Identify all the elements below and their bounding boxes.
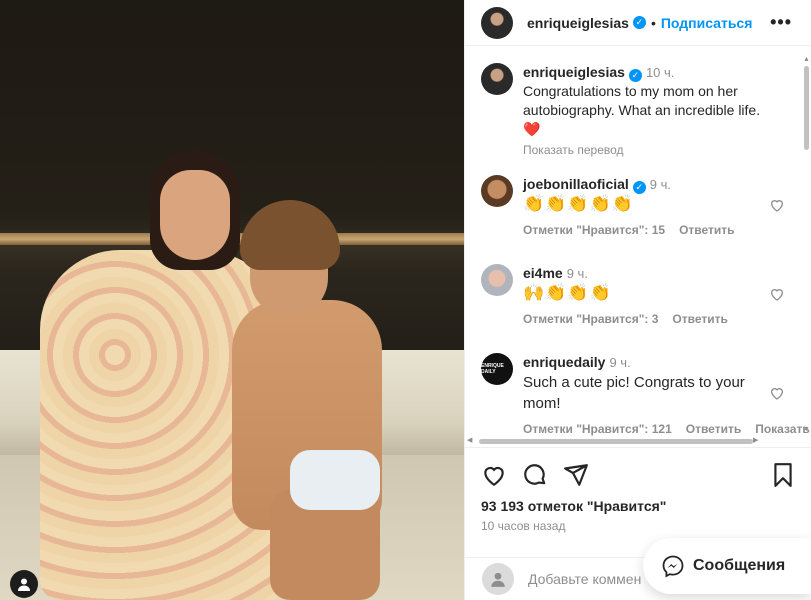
messenger-icon [662, 555, 684, 578]
reply-button[interactable]: Ответить [686, 422, 741, 436]
bookmark-icon[interactable] [770, 462, 796, 488]
caption-username[interactable]: enriqueiglesias [523, 64, 625, 80]
comment-likes[interactable]: Отметки "Нравится": 3 [523, 312, 658, 326]
post-view: enriqueiglesias ✓ • Подписаться ••• enri… [0, 0, 811, 600]
messages-label: Сообщения [693, 557, 786, 574]
follow-button[interactable]: Подписаться [661, 15, 753, 31]
header-separator: • [650, 14, 656, 31]
add-comment-input[interactable]: Добавьте коммен [528, 571, 641, 587]
translate-link[interactable]: Показать [755, 422, 810, 436]
user-avatar-icon[interactable] [482, 563, 514, 595]
caption-text: Congratulations to my mom on her autobio… [523, 83, 761, 118]
avatar[interactable]: ENRIQUE DAILY [481, 353, 513, 385]
more-options-button[interactable]: ••• [770, 12, 792, 33]
comment-time[interactable]: 9 ч. [609, 355, 630, 370]
scroll-left-icon[interactable]: ◀ [467, 436, 472, 444]
verified-icon: ✓ [632, 16, 646, 29]
scrollbar-thumb[interactable] [804, 66, 809, 150]
vertical-scrollbar[interactable]: ▲ ▼ [803, 56, 811, 440]
heart-icon[interactable] [481, 462, 507, 488]
post-time[interactable]: 10 часов назад [481, 519, 565, 533]
comment-time[interactable]: 9 ч. [650, 177, 671, 192]
comment-username[interactable]: joebonillaoficial [523, 176, 629, 192]
heart-icon[interactable] [769, 197, 785, 213]
header-username[interactable]: enriqueiglesias [527, 15, 629, 31]
reply-button[interactable]: Ответить [672, 312, 727, 326]
comment-text: 👏👏👏👏👏 [523, 194, 634, 213]
avatar[interactable] [481, 264, 513, 296]
comment-username[interactable]: enriquedaily [523, 354, 605, 370]
post-photo[interactable] [0, 0, 464, 600]
photo-woman-face [160, 170, 230, 260]
heart-icon[interactable] [769, 385, 785, 401]
photo-boy-shorts [290, 450, 380, 510]
comments-list[interactable]: enriqueiglesias ✓ 10 ч. Congratulations to… [465, 47, 811, 442]
caption: enriqueiglesias ✓ 10 ч. Congratulations to… [481, 63, 781, 160]
translate-link[interactable]: Показать перевод [523, 143, 624, 157]
user-tag-icon[interactable] [10, 570, 38, 598]
comment-item: ei4me 9 ч. 🙌👏👏👏 Отметки "Нравится": 3 Отве… [481, 264, 781, 329]
horizontal-scrollbar[interactable]: ◀ ▶ [467, 436, 803, 445]
comment-username[interactable]: ei4me [523, 265, 563, 281]
comment-item: joebonillaoficial ✓ 9 ч. 👏👏👏👏👏 Отметки "Нр… [481, 175, 781, 240]
messages-button[interactable]: Сообщения [643, 538, 811, 594]
scroll-right-icon[interactable]: ▶ [753, 436, 758, 444]
comment-item: ENRIQUE DAILY enriquedaily 9 ч. Such a cu… [481, 353, 810, 439]
comment-text: Such a cute pic! Congrats to your mom! [523, 374, 745, 412]
photo-boy-hair [240, 200, 340, 270]
heart-icon[interactable] [769, 286, 785, 302]
scrollbar-thumb[interactable] [479, 439, 753, 444]
scroll-up-icon[interactable]: ▲ [803, 56, 810, 63]
verified-icon: ✓ [628, 69, 642, 82]
avatar[interactable] [481, 6, 513, 39]
scroll-down-icon[interactable]: ▼ [803, 426, 810, 433]
caption-emoji: ❤️ [523, 121, 541, 137]
post-header: enriqueiglesias ✓ • Подписаться ••• [465, 0, 811, 46]
avatar[interactable] [481, 63, 513, 95]
comment-text: 🙌👏👏👏 [523, 283, 612, 302]
caption-time[interactable]: 10 ч. [646, 65, 674, 80]
share-icon[interactable] [563, 462, 589, 488]
avatar[interactable] [481, 175, 513, 207]
comment-icon[interactable] [522, 462, 548, 488]
verified-icon: ✓ [632, 181, 646, 194]
likes-count[interactable]: 93 193 отметок "Нравится" [481, 498, 666, 514]
reply-button[interactable]: Ответить [679, 223, 734, 237]
comment-likes[interactable]: Отметки "Нравится": 121 [523, 422, 672, 436]
post-side-panel: enriqueiglesias ✓ • Подписаться ••• enri… [464, 0, 811, 600]
comment-time[interactable]: 9 ч. [567, 266, 588, 281]
comment-likes[interactable]: Отметки "Нравится": 15 [523, 223, 665, 237]
